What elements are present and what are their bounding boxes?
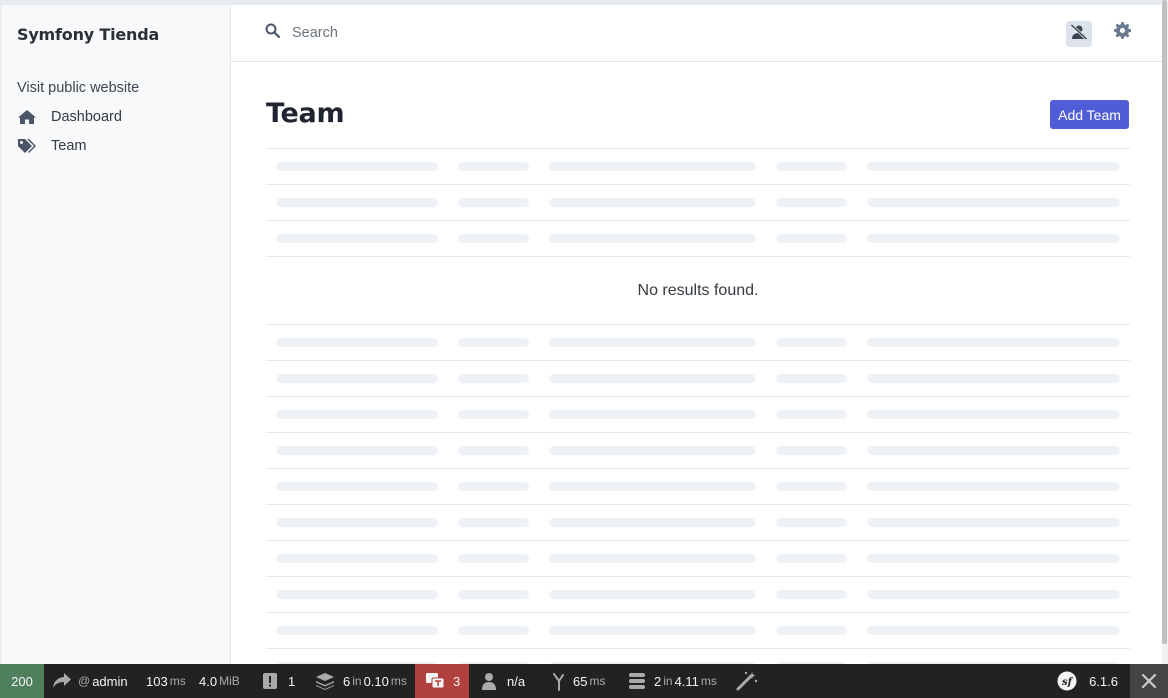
logs-count: 1 [288, 673, 296, 689]
placeholder-row [266, 504, 1130, 540]
topbar [231, 5, 1162, 62]
db-unit: ms [700, 674, 717, 688]
toolbar-user: admin [92, 673, 128, 689]
placeholder-row [266, 324, 1130, 360]
results-table: No results found. [266, 148, 1130, 684]
logs-warning-icon [262, 672, 278, 690]
placeholder-row [266, 540, 1130, 576]
search-box [265, 23, 594, 43]
settings-button[interactable] [1111, 22, 1133, 44]
toolbar-request[interactable]: @ admin [44, 664, 136, 698]
toolbar-cache[interactable]: 6 in 0.10 ms [303, 664, 415, 698]
symfony-logo-icon: sf [1057, 671, 1077, 691]
events-icon [551, 671, 567, 691]
redirect-icon [52, 672, 72, 690]
close-toolbar-button[interactable] [1130, 664, 1168, 698]
debug-toolbar: 200 @ admin 103 ms 4.0 MiB 1 6 in 0.10 ms 3 n/… [0, 664, 1168, 698]
toolbar-security[interactable]: n/a [469, 664, 541, 698]
sidebar-item-label: Team [51, 138, 87, 154]
placeholder-row [266, 396, 1130, 432]
cache-count: 6 [343, 673, 351, 689]
placeholder-row [266, 612, 1130, 648]
cache-in-label: in [352, 674, 362, 688]
toolbar-forms[interactable] [726, 664, 766, 698]
db-query-count: 2 [654, 673, 662, 689]
toolbar-symfony-version[interactable]: sf 6.1.6 [1045, 664, 1130, 698]
time-unit: ms [169, 674, 186, 688]
translation-icon [425, 672, 445, 690]
status-code-badge[interactable]: 200 [0, 664, 44, 698]
toolbar-events[interactable]: 65 ms [541, 664, 616, 698]
brand-name[interactable]: Symfony Tienda [17, 25, 159, 44]
memory-value: 4.0 [199, 673, 218, 689]
user-prefix: @ [78, 674, 91, 688]
placeholder-row [266, 148, 1130, 184]
cache-time: 0.10 [363, 673, 389, 689]
toolbar-translations[interactable]: 3 [415, 664, 469, 698]
translations-count: 3 [453, 673, 461, 689]
tags-icon [17, 137, 37, 155]
empty-message: No results found. [266, 256, 1130, 324]
sidebar-item-label: Dashboard [51, 109, 122, 125]
search-input[interactable] [290, 24, 594, 42]
toolbar-memory[interactable]: 4.0 MiB [192, 664, 250, 698]
sidebar-item-team[interactable]: Team [17, 135, 86, 157]
status-code: 200 [11, 673, 33, 689]
user-menu-button[interactable] [1066, 21, 1092, 47]
placeholder-row [266, 220, 1130, 256]
cache-layers-icon [315, 672, 335, 690]
toolbar-database[interactable]: 2 in 4.11 ms [616, 664, 726, 698]
add-team-button[interactable]: Add Team [1050, 100, 1129, 129]
scrollbar-thumb[interactable] [1162, 0, 1167, 644]
user-slash-icon [1070, 23, 1088, 45]
sidebar-item-dashboard[interactable]: Dashboard [17, 106, 122, 128]
events-unit: ms [589, 674, 606, 688]
placeholder-row [266, 360, 1130, 396]
user-icon [481, 672, 497, 690]
toolbar-time[interactable]: 103 ms [136, 664, 192, 698]
gear-icon [1113, 22, 1131, 44]
sidebar: Symfony Tienda Visit public website Dash… [1, 5, 231, 664]
symfony-version: 6.1.6 [1089, 673, 1118, 689]
search-icon [265, 23, 281, 43]
toolbar-logs[interactable]: 1 [250, 664, 303, 698]
close-icon [1141, 673, 1157, 689]
placeholder-row [266, 576, 1130, 612]
vertical-scrollbar[interactable] [1162, 0, 1168, 664]
visit-public-website-link[interactable]: Visit public website [17, 80, 139, 96]
memory-unit: MiB [219, 674, 240, 688]
home-icon [17, 108, 37, 126]
placeholder-row [266, 184, 1130, 220]
cache-unit: ms [390, 674, 407, 688]
placeholder-row [266, 468, 1130, 504]
time-value: 103 [146, 673, 168, 689]
db-time: 4.11 [674, 673, 699, 689]
magic-wand-icon [736, 671, 758, 691]
page-title: Team [266, 98, 345, 129]
database-icon [628, 672, 646, 690]
events-time: 65 [573, 673, 588, 689]
db-in-label: in [663, 674, 673, 688]
security-status: n/a [507, 673, 526, 689]
svg-text:sf: sf [1062, 677, 1074, 688]
placeholder-row [266, 432, 1130, 468]
